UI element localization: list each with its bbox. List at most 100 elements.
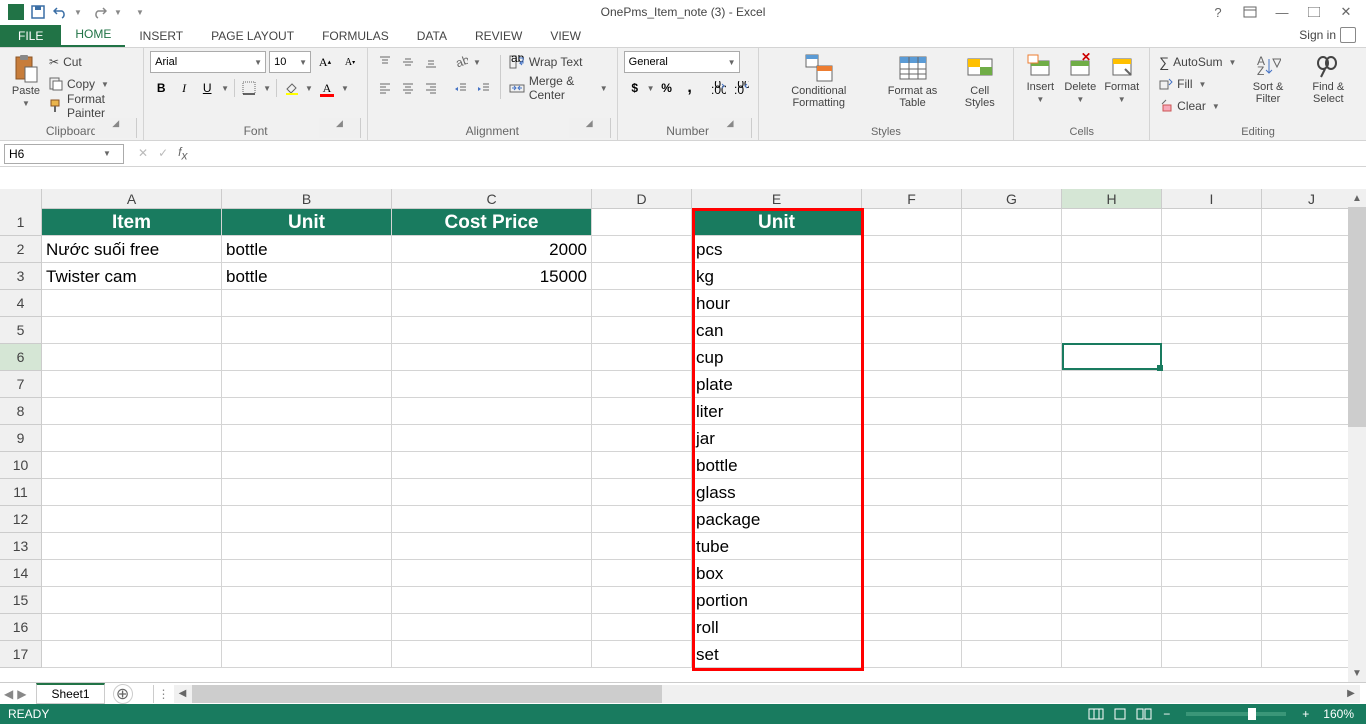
qat-customize-icon[interactable]: ▼ <box>130 2 150 22</box>
cell-A15[interactable] <box>42 587 222 614</box>
row-header-2[interactable]: 2 <box>0 236 42 263</box>
cut-button[interactable]: ✂Cut <box>46 51 137 73</box>
font-color-button[interactable]: A <box>316 77 338 99</box>
cell-D13[interactable] <box>592 533 692 560</box>
cell-G15[interactable] <box>962 587 1062 614</box>
cell-D11[interactable] <box>592 479 692 506</box>
cell-I10[interactable] <box>1162 452 1262 479</box>
row-header-8[interactable]: 8 <box>0 398 42 425</box>
cell-F10[interactable] <box>862 452 962 479</box>
save-icon[interactable] <box>28 2 48 22</box>
cell-D6[interactable] <box>592 344 692 371</box>
font-size-combo[interactable]: ▼ <box>269 51 311 73</box>
cell-F13[interactable] <box>862 533 962 560</box>
cell-A5[interactable] <box>42 317 222 344</box>
vertical-scrollbar[interactable]: ▲ ▼ <box>1348 189 1366 682</box>
cell-F1[interactable] <box>862 209 962 236</box>
cell-J7[interactable] <box>1262 371 1362 398</box>
increase-font-icon[interactable]: A▴ <box>314 51 336 73</box>
ribbon-display-icon[interactable] <box>1238 2 1262 22</box>
conditional-formatting-button[interactable]: Conditional Formatting <box>765 51 873 111</box>
cell-A16[interactable] <box>42 614 222 641</box>
cell-A4[interactable] <box>42 290 222 317</box>
cell-H7[interactable] <box>1062 371 1162 398</box>
cell-B11[interactable] <box>222 479 392 506</box>
cell-E11[interactable]: glass <box>692 479 862 506</box>
cell-E1[interactable]: Unit <box>692 209 862 236</box>
row-header-12[interactable]: 12 <box>0 506 42 533</box>
cell-F2[interactable] <box>862 236 962 263</box>
cell-G14[interactable] <box>962 560 1062 587</box>
row-header-11[interactable]: 11 <box>0 479 42 506</box>
align-center-icon[interactable] <box>397 77 419 99</box>
cell-B7[interactable] <box>222 371 392 398</box>
cell-C5[interactable] <box>392 317 592 344</box>
cell-C13[interactable] <box>392 533 592 560</box>
row-header-6[interactable]: 6 <box>0 344 42 371</box>
cell-H17[interactable] <box>1062 641 1162 668</box>
cell-F4[interactable] <box>862 290 962 317</box>
cell-E16[interactable]: roll <box>692 614 862 641</box>
row-header-3[interactable]: 3 <box>0 263 42 290</box>
cell-E9[interactable]: jar <box>692 425 862 452</box>
cell-B10[interactable] <box>222 452 392 479</box>
tab-pagelayout[interactable]: PAGE LAYOUT <box>197 25 308 47</box>
formula-input[interactable] <box>197 147 1366 161</box>
column-header-G[interactable]: G <box>962 189 1062 208</box>
cell-I16[interactable] <box>1162 614 1262 641</box>
zoom-slider[interactable] <box>1186 712 1286 716</box>
cell-E2[interactable]: pcs <box>692 236 862 263</box>
increase-indent-icon[interactable] <box>473 77 495 99</box>
format-as-table-button[interactable]: Format as Table <box>873 51 952 111</box>
cell-I4[interactable] <box>1162 290 1262 317</box>
horizontal-scrollbar[interactable]: ⋮ ◀ ▶ <box>153 685 1366 703</box>
align-middle-icon[interactable] <box>397 51 419 73</box>
sheet-nav-prev-icon[interactable]: ◀ <box>4 687 13 701</box>
enter-formula-icon[interactable]: ✓ <box>154 146 172 160</box>
cell-D5[interactable] <box>592 317 692 344</box>
cell-G6[interactable] <box>962 344 1062 371</box>
cell-C15[interactable] <box>392 587 592 614</box>
italic-button[interactable]: I <box>173 77 195 99</box>
cell-A8[interactable] <box>42 398 222 425</box>
cell-I13[interactable] <box>1162 533 1262 560</box>
percent-format-icon[interactable]: % <box>656 77 678 99</box>
decrease-indent-icon[interactable] <box>450 77 472 99</box>
cell-D4[interactable] <box>592 290 692 317</box>
cell-G1[interactable] <box>962 209 1062 236</box>
cell-I15[interactable] <box>1162 587 1262 614</box>
cell-E5[interactable]: can <box>692 317 862 344</box>
cell-A17[interactable] <box>42 641 222 668</box>
row-header-13[interactable]: 13 <box>0 533 42 560</box>
maximize-icon[interactable] <box>1302 2 1326 22</box>
cell-G8[interactable] <box>962 398 1062 425</box>
align-top-icon[interactable] <box>374 51 396 73</box>
cell-H12[interactable] <box>1062 506 1162 533</box>
tab-file[interactable]: FILE <box>0 25 61 47</box>
undo-icon[interactable] <box>50 2 70 22</box>
cell-I12[interactable] <box>1162 506 1262 533</box>
cell-C10[interactable] <box>392 452 592 479</box>
align-right-icon[interactable] <box>420 77 442 99</box>
tab-data[interactable]: DATA <box>403 25 461 47</box>
minimize-icon[interactable]: — <box>1270 2 1294 22</box>
alignment-launcher-icon[interactable]: ◢ <box>569 118 611 138</box>
row-header-1[interactable]: 1 <box>0 209 42 236</box>
cell-J16[interactable] <box>1262 614 1362 641</box>
cell-D3[interactable] <box>592 263 692 290</box>
increase-decimal-icon[interactable]: .0.00 <box>707 77 729 99</box>
cell-I17[interactable] <box>1162 641 1262 668</box>
cell-F6[interactable] <box>862 344 962 371</box>
cell-J1[interactable] <box>1262 209 1362 236</box>
row-header-15[interactable]: 15 <box>0 587 42 614</box>
cell-F5[interactable] <box>862 317 962 344</box>
cell-G2[interactable] <box>962 236 1062 263</box>
column-header-F[interactable]: F <box>862 189 962 208</box>
redo-dropdown-icon[interactable]: ▼ <box>108 2 128 22</box>
row-header-10[interactable]: 10 <box>0 452 42 479</box>
column-header-J[interactable]: J <box>1262 189 1362 208</box>
cell-G10[interactable] <box>962 452 1062 479</box>
cell-C16[interactable] <box>392 614 592 641</box>
cell-E6[interactable]: cup <box>692 344 862 371</box>
cell-D15[interactable] <box>592 587 692 614</box>
